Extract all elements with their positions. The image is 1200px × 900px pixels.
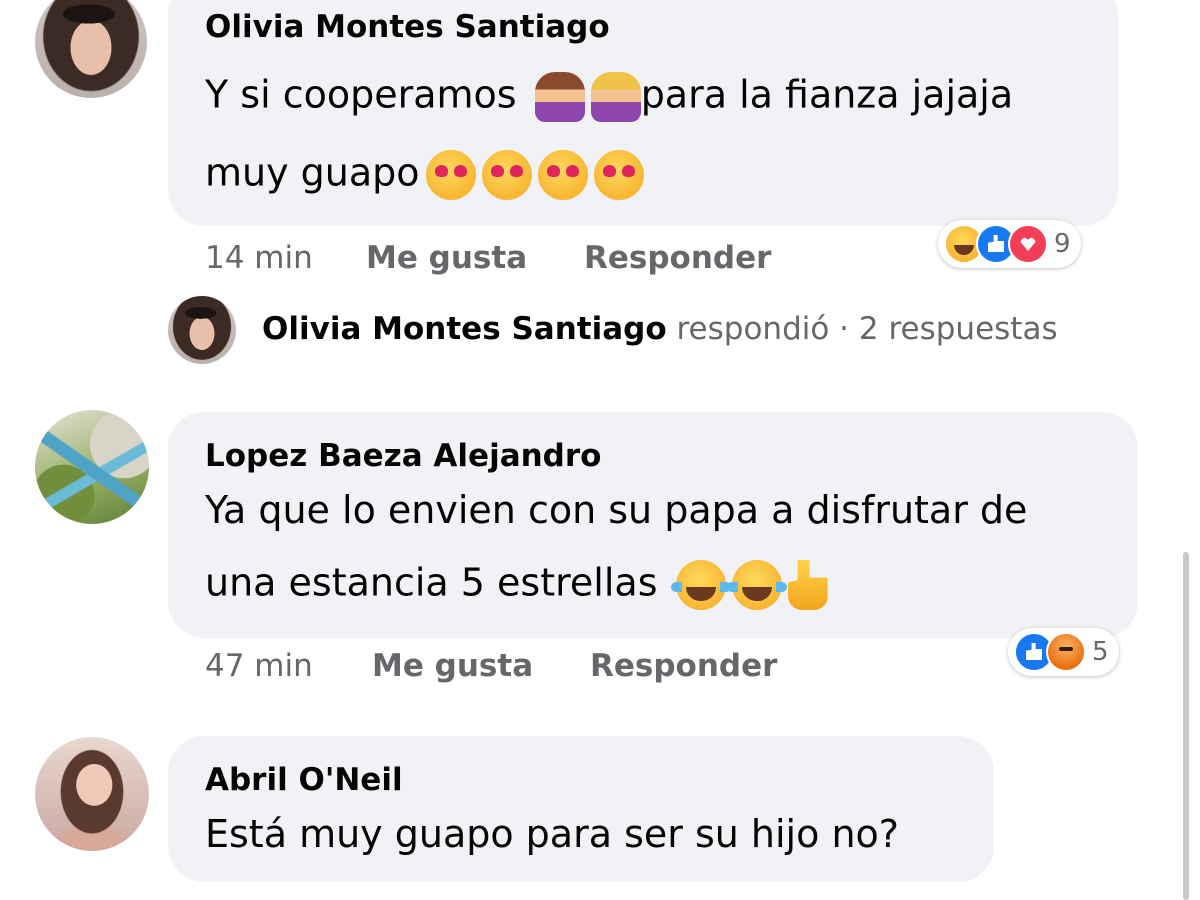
reaction-count: 9 <box>1054 229 1071 259</box>
comment-text-line: muy guapo <box>205 150 644 200</box>
comment-text: una estancia 5 estrellas <box>205 560 658 605</box>
avatar-abril[interactable] <box>35 737 149 851</box>
angry-icon <box>1046 632 1086 672</box>
heart-eyes-emoji <box>593 150 644 200</box>
scrollbar[interactable] <box>1183 552 1189 900</box>
avatar-olivia[interactable] <box>35 0 147 98</box>
comment-author[interactable]: Olivia Montes Santiago <box>205 9 610 45</box>
reply-button[interactable]: Responder <box>590 648 777 684</box>
like-button[interactable]: Me gusta <box>366 240 527 276</box>
woman-facepalming-emoji <box>590 72 641 122</box>
comment-text: Y si cooperamos <box>205 72 517 117</box>
reactions-summary[interactable]: 5 <box>1008 628 1119 676</box>
comment-text: muy guapo <box>205 150 420 195</box>
reaction-count: 5 <box>1092 637 1109 667</box>
reactions-summary[interactable]: 9 <box>938 220 1081 268</box>
heart-eyes-emoji <box>481 150 532 200</box>
comment-text-line: Ya que lo envien con su papa a disfrutar… <box>205 488 1027 534</box>
love-icon <box>1008 224 1048 264</box>
comment-text-line: Está muy guapo para ser su hijo no? <box>205 812 899 858</box>
reply-avatar[interactable] <box>168 296 236 364</box>
comment-text: Ya que lo envien con su papa a disfrutar… <box>205 488 1028 532</box>
woman-shrugging-emoji <box>534 72 585 122</box>
comment-timestamp[interactable]: 47 min <box>205 648 313 684</box>
heart-eyes-emoji <box>537 150 588 200</box>
tears-of-joy-emoji <box>670 560 731 610</box>
comment-text-line: Y si cooperamos para la fianza jajaja <box>205 72 1013 122</box>
comment-text: para la fianza jajaja <box>640 72 1014 117</box>
comment-timestamp[interactable]: 14 min <box>205 240 313 276</box>
comment-bubble <box>168 736 994 882</box>
thumbs-up-emoji <box>787 560 828 610</box>
comment-author[interactable]: Abril O'Neil <box>205 762 403 798</box>
reply-author: Olivia Montes Santiago <box>262 311 667 347</box>
avatar-lopez[interactable] <box>35 410 149 524</box>
tears-of-joy-emoji <box>726 560 787 610</box>
comment-text-line: una estancia 5 estrellas <box>205 560 828 610</box>
comment-text: Está muy guapo para ser su hijo no? <box>205 812 899 856</box>
view-replies-link[interactable]: Olivia Montes Santiago respondió · 2 res… <box>262 311 1058 347</box>
like-button[interactable]: Me gusta <box>372 648 533 684</box>
comment-author[interactable]: Lopez Baeza Alejandro <box>205 438 601 474</box>
heart-eyes-emoji <box>425 150 476 200</box>
reply-button[interactable]: Responder <box>584 240 771 276</box>
reply-count-text: respondió · 2 respuestas <box>676 311 1058 347</box>
